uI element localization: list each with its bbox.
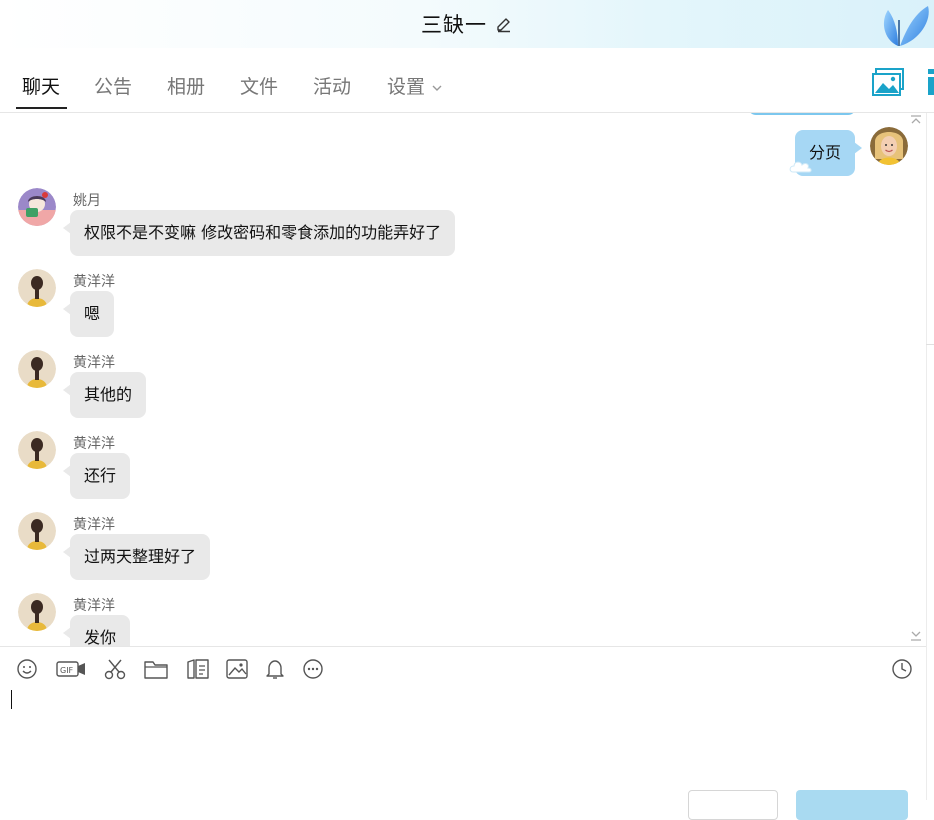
user-avatar[interactable] bbox=[18, 431, 56, 469]
bell-icon[interactable] bbox=[264, 658, 286, 680]
photo-wall-icon[interactable] bbox=[872, 68, 904, 96]
previous-message-bubble bbox=[748, 113, 856, 115]
chevron-down-icon bbox=[432, 85, 442, 91]
message-bubble[interactable]: 权限不是不变嘛 修改密码和零食添加的功能弄好了 bbox=[62, 210, 456, 256]
panel-divider bbox=[926, 113, 927, 800]
message-bubble[interactable]: 嗯 bbox=[62, 291, 115, 337]
sender-name: 姚月 bbox=[73, 193, 101, 209]
title-bar: 三缺一 bbox=[0, 0, 934, 48]
tab-bar: 聊天 公告 相册 文件 活动 设置 bbox=[0, 48, 934, 113]
tab-album[interactable]: 相册 bbox=[167, 72, 205, 99]
svg-text:GIF: GIF bbox=[60, 666, 74, 675]
message-bubble[interactable]: 其他的 bbox=[62, 372, 147, 418]
message-input[interactable] bbox=[0, 690, 926, 820]
my-avatar[interactable] bbox=[870, 127, 908, 165]
message-bubble[interactable]: 发你 bbox=[62, 615, 131, 646]
message-bubble[interactable]: 还行 bbox=[62, 453, 131, 499]
message-bubble[interactable]: 过两天整理好了 bbox=[62, 534, 211, 580]
chat-message-list[interactable]: 分页 姚月 权限不是不变嘛 修改密码和零食添加的功能弄好了 黄洋洋 嗯 黄洋洋 … bbox=[0, 113, 926, 646]
image-icon[interactable] bbox=[226, 658, 248, 680]
butterfly-decoration-icon bbox=[883, 6, 929, 46]
tab-settings[interactable]: 设置 bbox=[387, 72, 443, 99]
sender-name: 黄洋洋 bbox=[73, 598, 115, 614]
tab-chat[interactable]: 聊天 bbox=[22, 72, 60, 99]
send-button[interactable] bbox=[796, 790, 908, 820]
tab-settings-label: 设置 bbox=[387, 76, 426, 98]
file-transfer-icon[interactable] bbox=[186, 658, 210, 680]
user-avatar[interactable] bbox=[18, 593, 56, 631]
text-caret bbox=[11, 690, 12, 709]
group-title: 三缺一 bbox=[421, 13, 487, 37]
sender-name: 黄洋洋 bbox=[73, 274, 115, 290]
info-icon[interactable] bbox=[926, 68, 934, 96]
user-avatar[interactable] bbox=[18, 188, 56, 226]
tab-files[interactable]: 文件 bbox=[240, 72, 278, 99]
scroll-to-bottom-icon[interactable] bbox=[909, 630, 923, 642]
tab-activity[interactable]: 活动 bbox=[313, 72, 351, 99]
input-toolbar: GIF bbox=[0, 646, 926, 690]
panel-divider-tick bbox=[926, 344, 934, 345]
gif-icon[interactable]: GIF bbox=[56, 658, 86, 680]
my-message: 分页 bbox=[789, 130, 863, 176]
history-icon[interactable] bbox=[891, 658, 913, 680]
folder-icon[interactable] bbox=[144, 658, 168, 680]
sender-name: 黄洋洋 bbox=[73, 355, 115, 371]
edit-icon[interactable] bbox=[495, 16, 513, 34]
my-message-bubble[interactable]: 分页 bbox=[789, 130, 863, 176]
user-avatar[interactable] bbox=[18, 512, 56, 550]
emoji-icon[interactable] bbox=[16, 658, 38, 680]
cloud-decoration-icon bbox=[789, 161, 812, 173]
sender-name: 黄洋洋 bbox=[73, 436, 115, 452]
user-avatar[interactable] bbox=[18, 269, 56, 307]
active-tab-indicator bbox=[16, 107, 67, 109]
user-avatar[interactable] bbox=[18, 350, 56, 388]
tab-announcement[interactable]: 公告 bbox=[94, 72, 132, 99]
sender-name: 黄洋洋 bbox=[73, 517, 115, 533]
scissors-icon[interactable] bbox=[103, 658, 127, 680]
scroll-to-top-icon[interactable] bbox=[909, 115, 923, 125]
close-button[interactable] bbox=[688, 790, 778, 820]
more-icon[interactable] bbox=[302, 658, 324, 680]
